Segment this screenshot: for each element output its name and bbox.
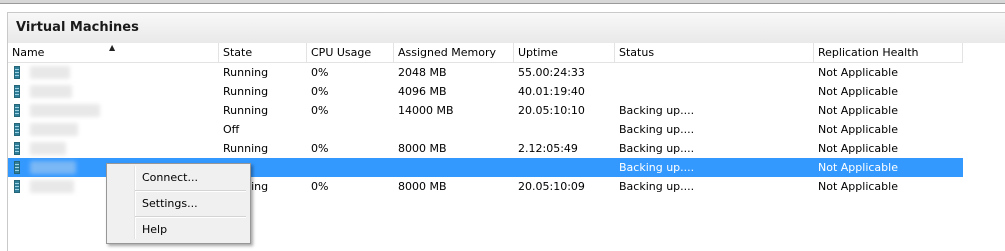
vm-name-cell xyxy=(8,120,219,139)
status-cell: Backing up.... xyxy=(619,142,695,155)
status-cell: Backing up.... xyxy=(619,104,695,117)
replication-cell: Not Applicable xyxy=(818,180,898,193)
vm-icon xyxy=(14,66,20,79)
uptime-cell xyxy=(514,158,615,177)
top-border xyxy=(0,0,1005,4)
vm-name-cell xyxy=(8,101,219,120)
vm-icon xyxy=(14,123,20,136)
replication-cell: Not Applicable xyxy=(818,161,898,174)
redacted-name xyxy=(30,104,100,117)
state-cell: Running xyxy=(223,104,269,117)
redacted-name xyxy=(30,142,66,155)
memory-cell: 8000 MB xyxy=(398,180,447,193)
redacted-name xyxy=(30,85,72,98)
vm-icon xyxy=(14,104,20,117)
cpu-cell: 0% xyxy=(311,142,329,155)
menu-separator xyxy=(135,190,246,192)
state-cell: Running xyxy=(223,85,269,98)
replication-cell: Not Applicable xyxy=(818,85,898,98)
vm-name-cell xyxy=(8,63,219,82)
status-cell xyxy=(615,82,814,101)
uptime-cell: 2.12:05:49 xyxy=(518,142,578,155)
redacted-name xyxy=(30,161,76,174)
table-row[interactable]: Running 0% 8000 MB 2.12:05:49 Backing up… xyxy=(8,139,963,158)
vm-name-cell xyxy=(8,82,219,101)
status-cell: Backing up.... xyxy=(619,123,695,136)
column-header-name[interactable]: Name ▲ xyxy=(8,43,219,62)
state-cell: Running xyxy=(223,66,269,79)
context-menu: Connect... Settings... Help xyxy=(106,163,251,244)
sort-ascending-icon: ▲ xyxy=(109,43,116,52)
uptime-cell: 55.00:24:33 xyxy=(518,66,585,79)
column-header-status[interactable]: Status xyxy=(615,43,814,62)
cpu-cell: 0% xyxy=(311,180,329,193)
redacted-name xyxy=(30,123,78,136)
status-cell: Backing up.... xyxy=(619,161,695,174)
column-header-assigned-memory[interactable]: Assigned Memory xyxy=(394,43,514,62)
panel-header: Virtual Machines xyxy=(7,12,1005,43)
vm-icon xyxy=(14,85,20,98)
status-cell: Backing up.... xyxy=(619,180,695,193)
memory-cell: 8000 MB xyxy=(398,142,447,155)
cpu-cell: 0% xyxy=(311,85,329,98)
replication-cell: Not Applicable xyxy=(818,123,898,136)
column-header-label: Name xyxy=(12,46,45,59)
state-cell: Off xyxy=(223,123,240,136)
vm-icon xyxy=(14,161,20,174)
panel-title: Virtual Machines xyxy=(16,20,139,35)
menu-item-connect[interactable]: Connect... xyxy=(109,168,246,188)
column-header-uptime[interactable]: Uptime xyxy=(514,43,615,62)
redacted-name xyxy=(30,180,74,193)
replication-cell: Not Applicable xyxy=(818,104,898,117)
cpu-cell: 0% xyxy=(311,104,329,117)
status-cell xyxy=(615,63,814,82)
cpu-cell xyxy=(307,158,394,177)
memory-cell xyxy=(394,158,514,177)
column-header-state[interactable]: State xyxy=(219,43,307,62)
memory-cell: 4096 MB xyxy=(398,85,447,98)
replication-cell: Not Applicable xyxy=(818,66,898,79)
table-row[interactable]: Off Backing up.... Not Applicable xyxy=(8,120,963,139)
column-header-cpu-usage[interactable]: CPU Usage xyxy=(307,43,394,62)
menu-separator xyxy=(135,216,246,218)
uptime-cell: 40.01:19:40 xyxy=(518,85,585,98)
vm-icon xyxy=(14,142,20,155)
memory-cell xyxy=(394,120,514,139)
column-header-row: Name ▲ State CPU Usage Assigned Memory U… xyxy=(8,43,963,63)
vm-name-cell xyxy=(8,139,219,158)
table-row[interactable]: Running 0% 2048 MB 55.00:24:33 Not Appli… xyxy=(8,63,963,82)
uptime-cell xyxy=(514,120,615,139)
uptime-cell: 20.05:10:10 xyxy=(518,104,585,117)
cpu-cell: 0% xyxy=(311,66,329,79)
table-row[interactable]: Running 0% 4096 MB 40.01:19:40 Not Appli… xyxy=(8,82,963,101)
vm-icon xyxy=(14,180,20,193)
redacted-name xyxy=(30,66,70,79)
uptime-cell: 20.05:10:09 xyxy=(518,180,585,193)
menu-item-settings[interactable]: Settings... xyxy=(109,194,246,214)
replication-cell: Not Applicable xyxy=(818,142,898,155)
column-header-replication-health[interactable]: Replication Health xyxy=(814,43,963,62)
state-cell: Running xyxy=(223,142,269,155)
menu-item-help[interactable]: Help xyxy=(109,220,246,240)
table-row[interactable]: Running 0% 14000 MB 20.05:10:10 Backing … xyxy=(8,101,963,120)
memory-cell: 2048 MB xyxy=(398,66,447,79)
memory-cell: 14000 MB xyxy=(398,104,454,117)
cpu-cell xyxy=(307,120,394,139)
